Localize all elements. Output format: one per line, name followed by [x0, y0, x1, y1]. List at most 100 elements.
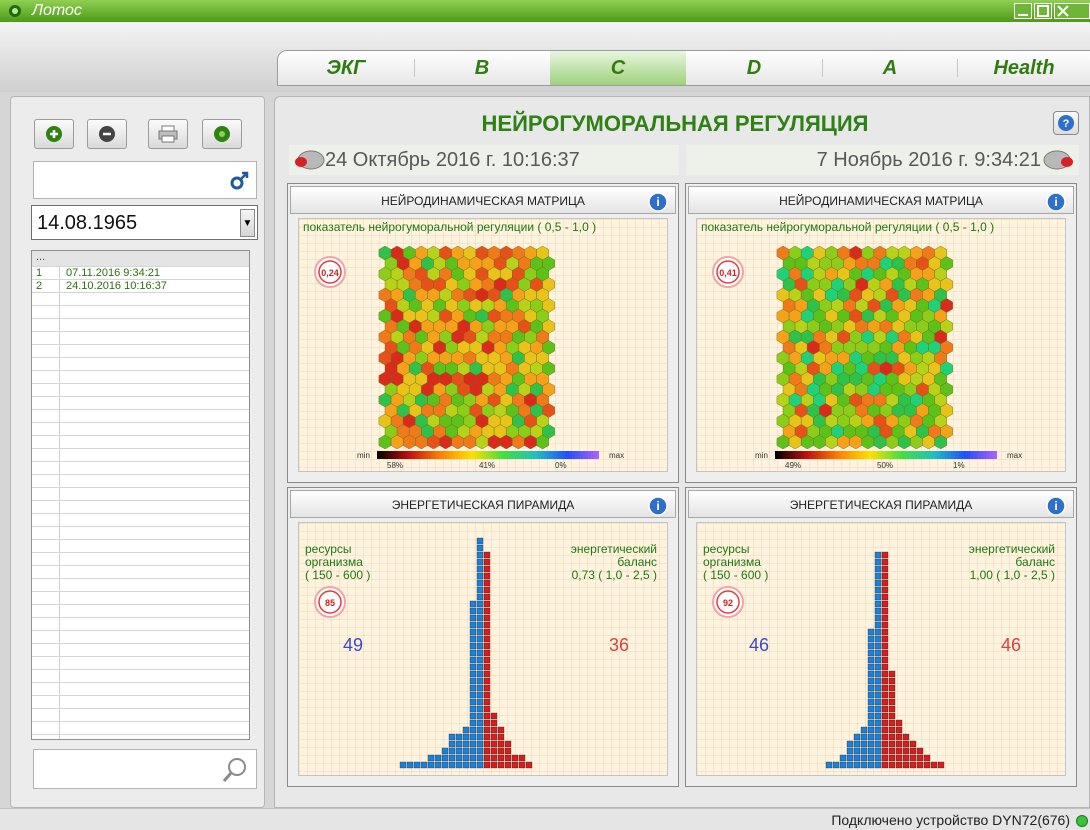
info-icon[interactable]: i: [647, 191, 669, 213]
birth-date-select[interactable]: 14.08.1965 ▼: [31, 205, 258, 240]
dropdown-button[interactable]: ▼: [240, 209, 255, 237]
pyramid-block: [825, 761, 833, 769]
pyramid-block: [867, 705, 875, 713]
pyramid-block: [483, 607, 491, 615]
maximize-icon: [1037, 5, 1049, 17]
pyramid-block: [427, 754, 435, 762]
left-value: 49: [343, 635, 364, 655]
lotus-button[interactable]: [202, 119, 242, 149]
help-button[interactable]: ?: [1053, 111, 1079, 135]
pyramid-block: [909, 747, 917, 755]
balance-label: энергетический баланс 0,73 ( 1,0 - 2,5 ): [571, 543, 657, 582]
pyramid-block: [448, 747, 456, 755]
pyramid-body: ресурсы организма ( 150 - 600 ) энергети…: [298, 522, 668, 776]
maximize-button[interactable]: [1034, 3, 1052, 19]
table-row[interactable]: 2 24.10.2016 10:16:37: [32, 280, 249, 293]
empty-row: [32, 345, 249, 358]
pyramid-block: [483, 691, 491, 699]
info-icon[interactable]: i: [1045, 191, 1067, 213]
pyramid-block: [867, 649, 875, 657]
pyramid-block: [881, 719, 889, 727]
pyramid-block: [483, 579, 491, 587]
empty-row: [32, 696, 249, 709]
scale-min: min: [755, 451, 768, 460]
pyramid-block: [469, 740, 477, 748]
pyramid-block: [888, 726, 896, 734]
gauge-value: 85: [325, 598, 335, 608]
pyramid-block: [483, 705, 491, 713]
tab-ecg[interactable]: ЭКГ: [278, 51, 414, 85]
record-number: 2: [36, 280, 43, 292]
pyramid-block: [462, 747, 470, 755]
pyramid-block: [867, 754, 875, 762]
pyramid-block: [476, 649, 484, 657]
pyramid-block: [476, 705, 484, 713]
pyramid-block: [846, 747, 854, 755]
tab-strip: ЭКГ B C D A Health: [277, 50, 1090, 86]
tab-a[interactable]: A: [823, 51, 957, 85]
pyramid-block: [518, 754, 526, 762]
pyramid-block: [881, 572, 889, 580]
gender-field[interactable]: [33, 161, 257, 199]
pyramid-block: [874, 607, 882, 615]
scale-value: 50%: [877, 461, 894, 470]
info-icon[interactable]: i: [647, 495, 669, 517]
tab-c[interactable]: C: [550, 51, 686, 85]
pyramid-block: [902, 733, 910, 741]
records-list[interactable]: ... 1 07.11.2016 9:34:21 2 24.10.2016 10…: [31, 250, 250, 740]
print-button[interactable]: [148, 119, 188, 149]
scale-value: 58%: [387, 461, 404, 470]
close-button[interactable]: [1054, 3, 1090, 19]
print-icon: [158, 125, 178, 143]
pyramid-block: [504, 761, 512, 769]
resources-label-line: ( 150 - 600 ): [703, 568, 769, 582]
panel-header: НЕЙРОДИНАМИЧЕСКАЯ МАТРИЦА i: [688, 186, 1074, 214]
pyramid-block: [881, 726, 889, 734]
record-datetime: 07.11.2016 9:34:21: [66, 267, 160, 279]
gauge-value: 0,24: [321, 268, 339, 278]
empty-row: [32, 436, 249, 449]
pyramid-block: [895, 740, 903, 748]
panel-title: ЭНЕРГЕТИЧЕСКАЯ ПИРАМИДА: [391, 498, 575, 512]
pyramid-block: [406, 761, 414, 769]
pyramid-block: [874, 712, 882, 720]
pyramid-block: [867, 733, 875, 741]
pyramid-block: [867, 628, 875, 636]
pyramid-block: [930, 761, 938, 769]
svg-text:i: i: [1054, 195, 1057, 209]
pyramid-block: [881, 705, 889, 713]
table-row[interactable]: 1 07.11.2016 9:34:21: [32, 267, 249, 280]
gauge: 0,41: [712, 256, 744, 288]
pyramid-block: [469, 670, 477, 678]
add-button[interactable]: [34, 119, 74, 149]
minimize-button[interactable]: [1014, 3, 1032, 19]
empty-row: [32, 306, 249, 319]
pyramid-block: [469, 754, 477, 762]
tab-b[interactable]: B: [415, 51, 549, 85]
pyramid-block: [469, 600, 477, 608]
pyramid-block: [846, 740, 854, 748]
help-icon: ?: [1058, 115, 1074, 131]
empty-row: [32, 501, 249, 514]
search-field[interactable]: [33, 749, 257, 789]
remove-button[interactable]: [87, 119, 127, 149]
tab-d[interactable]: D: [686, 51, 822, 85]
pyramid-block: [881, 565, 889, 573]
mouse-right-icon[interactable]: [1043, 148, 1077, 172]
search-icon[interactable]: [222, 756, 248, 784]
pyramid-block: [483, 733, 491, 741]
mouse-left-icon[interactable]: [291, 148, 325, 172]
pyramid-block: [462, 740, 470, 748]
pyramid-block: [483, 684, 491, 692]
info-icon[interactable]: i: [1045, 495, 1067, 517]
tab-health[interactable]: Health: [958, 51, 1090, 85]
pyramid-block: [888, 698, 896, 706]
pyramid-block: [888, 691, 896, 699]
gauge: 85: [314, 586, 346, 618]
pyramid-block: [476, 628, 484, 636]
pyramid-block: [867, 635, 875, 643]
svg-text:i: i: [656, 499, 659, 513]
pyramid-block: [895, 761, 903, 769]
empty-row: [32, 670, 249, 683]
pyramid-block: [874, 558, 882, 566]
